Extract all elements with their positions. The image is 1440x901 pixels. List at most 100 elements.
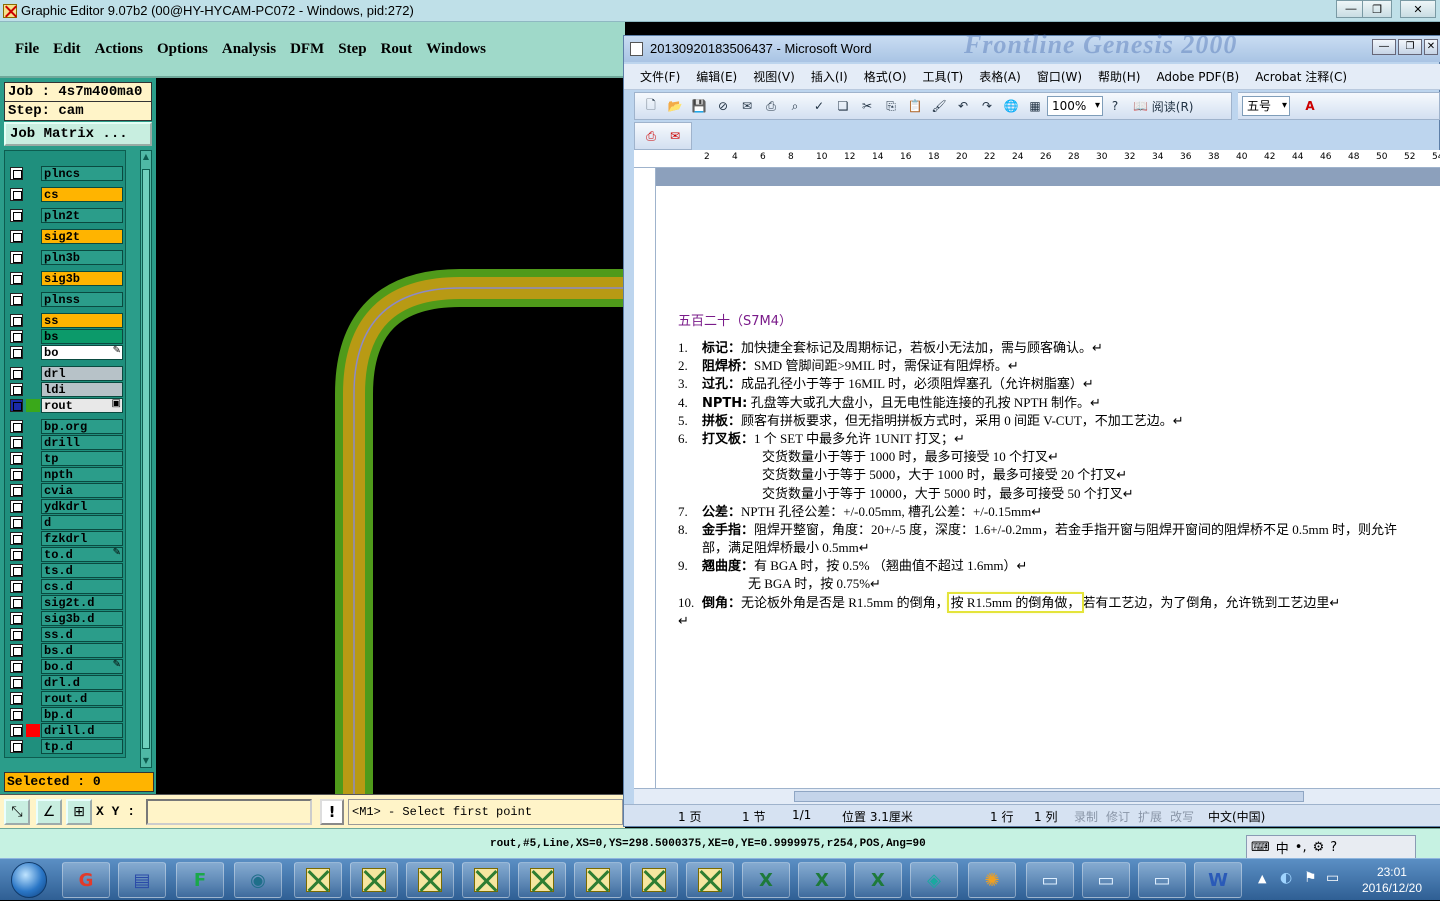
document-line[interactable]: 6. 打叉板：1 个 SET 中最多允许 1UNIT 打叉；↵ [678, 430, 1440, 448]
layer-row[interactable]: sig2t [5, 229, 125, 244]
scroll-down-icon[interactable]: ▼ [141, 755, 151, 767]
font-size-select[interactable]: 五号 [1242, 96, 1290, 116]
layer-name[interactable]: plncs [41, 166, 123, 181]
word-menu-help[interactable]: 帮助(H) [1098, 68, 1140, 85]
word-menu-insert[interactable]: 插入(I) [811, 68, 848, 85]
document-line[interactable]: 10. 倒角：无论板外角是否是 R1.5mm 的倒角，按 R1.5mm 的倒角做，… [678, 591, 1440, 613]
menu-dfm[interactable]: DFM [290, 41, 324, 58]
layer-name[interactable]: sig2t [41, 229, 123, 244]
layer-checkbox[interactable] [10, 580, 23, 593]
menu-actions[interactable]: Actions [95, 41, 143, 58]
layer-row[interactable]: bs.d [5, 643, 125, 658]
word-menu-file[interactable]: 文件(F) [640, 68, 680, 85]
taskbar-window-3-icon[interactable]: ▭ [1138, 862, 1186, 898]
layer-name[interactable]: bo [41, 345, 123, 360]
layer-name[interactable]: ldi [41, 382, 123, 397]
layer-name[interactable]: drill [41, 435, 123, 450]
document-line[interactable]: ↵ [678, 612, 1440, 630]
vertical-ruler[interactable] [634, 168, 656, 788]
ime-settings-icon[interactable]: ⚙ [1313, 840, 1325, 855]
layer-name[interactable]: tp [41, 451, 123, 466]
layer-row[interactable]: drill.d [5, 723, 125, 738]
layer-name[interactable]: bs.d [41, 643, 123, 658]
layer-name[interactable]: bo.d [41, 659, 123, 674]
layer-name[interactable]: sig2t.d [41, 595, 123, 610]
layer-checkbox[interactable] [10, 596, 23, 609]
cut-icon[interactable]: ✂ [857, 96, 877, 116]
layer-name[interactable]: drl [41, 366, 123, 381]
layer-row[interactable]: ldi [5, 382, 125, 397]
document-line[interactable]: 1. 标记：加快捷全套标记及周期标记，若板小无法加，需与顾客确认。↵ [678, 339, 1440, 357]
layer-checkbox[interactable] [10, 272, 23, 285]
layer-checkbox[interactable] [10, 383, 23, 396]
taskbar-word-icon[interactable]: W [1194, 862, 1242, 898]
document-line[interactable]: 交货数量小于等于 5000，大于 1000 时，最多可接受 20 个打叉↵ [678, 466, 1440, 484]
layer-name[interactable]: plnss [41, 292, 123, 307]
layer-checkbox[interactable] [10, 367, 23, 380]
tray-flag-icon[interactable]: ⚑ [1304, 870, 1317, 886]
layer-checkbox[interactable] [10, 330, 23, 343]
menu-step[interactable]: Step [338, 41, 366, 58]
close-button[interactable]: ✕ [1400, 0, 1436, 18]
xy-input[interactable] [146, 799, 312, 825]
layer-row[interactable]: ydkdrl [5, 499, 125, 514]
menu-edit[interactable]: Edit [53, 41, 81, 58]
layer-checkbox[interactable] [10, 644, 23, 657]
taskbar-ge-window-2[interactable] [350, 862, 398, 898]
layer-row[interactable]: npth [5, 467, 125, 482]
word-menu-tools[interactable]: 工具(T) [923, 68, 964, 85]
hyperlink-icon[interactable]: 🌐 [1001, 96, 1021, 116]
tray-network-icon[interactable]: ◐ [1280, 870, 1292, 886]
layer-row[interactable]: cs [5, 187, 125, 202]
restore-button[interactable]: ❐ [1362, 0, 1392, 18]
layer-name[interactable]: ss.d [41, 627, 123, 642]
status-extend[interactable]: 扩展 [1138, 808, 1162, 825]
ime-punct-icon[interactable]: •, [1295, 840, 1307, 855]
layer-row[interactable]: ts.d [5, 563, 125, 578]
layer-row[interactable]: plnss [5, 292, 125, 307]
taskbar-ge-window-1[interactable] [294, 862, 342, 898]
layer-checkbox[interactable] [10, 314, 23, 327]
print-preview-icon[interactable]: ⌕ [785, 96, 805, 116]
taskbar-excel-1-icon[interactable]: X [742, 862, 790, 898]
layer-row[interactable]: drl [5, 366, 125, 381]
layer-row[interactable]: sig3b [5, 271, 125, 286]
document-line[interactable]: 8. 金手指：阻焊开整窗，角度：20+/-5 度，深度：1.6+/-0.2mm，若… [678, 521, 1440, 539]
taskbar-excel-2-icon[interactable]: X [798, 862, 846, 898]
tray-expand-icon[interactable]: ▲ [1258, 872, 1266, 885]
layer-row[interactable]: fzkdrl [5, 531, 125, 546]
layer-checkbox[interactable] [10, 188, 23, 201]
word-close-button[interactable]: ✕ [1424, 39, 1438, 55]
start-button[interactable] [2, 860, 56, 900]
font-color-icon[interactable]: A [1300, 96, 1320, 116]
layer-row[interactable]: cvia [5, 483, 125, 498]
help-icon[interactable]: ? [1105, 96, 1125, 116]
layer-checkbox[interactable] [10, 399, 23, 412]
menu-options[interactable]: Options [157, 41, 208, 58]
status-overtype[interactable]: 改写 [1170, 808, 1194, 825]
layer-name[interactable]: cvia [41, 483, 123, 498]
taskbar-g-app-icon[interactable]: G [62, 862, 110, 898]
word-menu-table[interactable]: 表格(A) [979, 68, 1021, 85]
word-menu-acrobat[interactable]: Acrobat 注释(C) [1255, 68, 1347, 85]
paste-icon[interactable]: 📋 [905, 96, 925, 116]
layer-name[interactable]: pln3b [41, 250, 123, 265]
taskbar-ge-window-3[interactable] [406, 862, 454, 898]
clock[interactable]: 23:01 2016/12/20 [1362, 864, 1422, 896]
taskbar-ge-window-5[interactable] [518, 862, 566, 898]
layer-name[interactable]: ss [41, 313, 123, 328]
layer-checkbox[interactable] [10, 167, 23, 180]
undo-icon[interactable]: ↶ [953, 96, 973, 116]
redo-icon[interactable]: ↷ [977, 96, 997, 116]
layer-row[interactable]: bo.d ✎ [5, 659, 125, 674]
document-line[interactable]: 部，满足阻焊桥最小 0.5mm↵ [678, 539, 1440, 557]
layer-checkbox[interactable] [10, 452, 23, 465]
layer-name[interactable]: d [41, 515, 123, 530]
layer-checkbox[interactable] [10, 740, 23, 753]
layer-checkbox[interactable] [10, 708, 23, 721]
word-menu-window[interactable]: 窗口(W) [1037, 68, 1082, 85]
layer-checkbox[interactable] [10, 500, 23, 513]
layer-name[interactable]: to.d [41, 547, 123, 562]
layer-checkbox[interactable] [10, 468, 23, 481]
layer-checkbox[interactable] [10, 484, 23, 497]
